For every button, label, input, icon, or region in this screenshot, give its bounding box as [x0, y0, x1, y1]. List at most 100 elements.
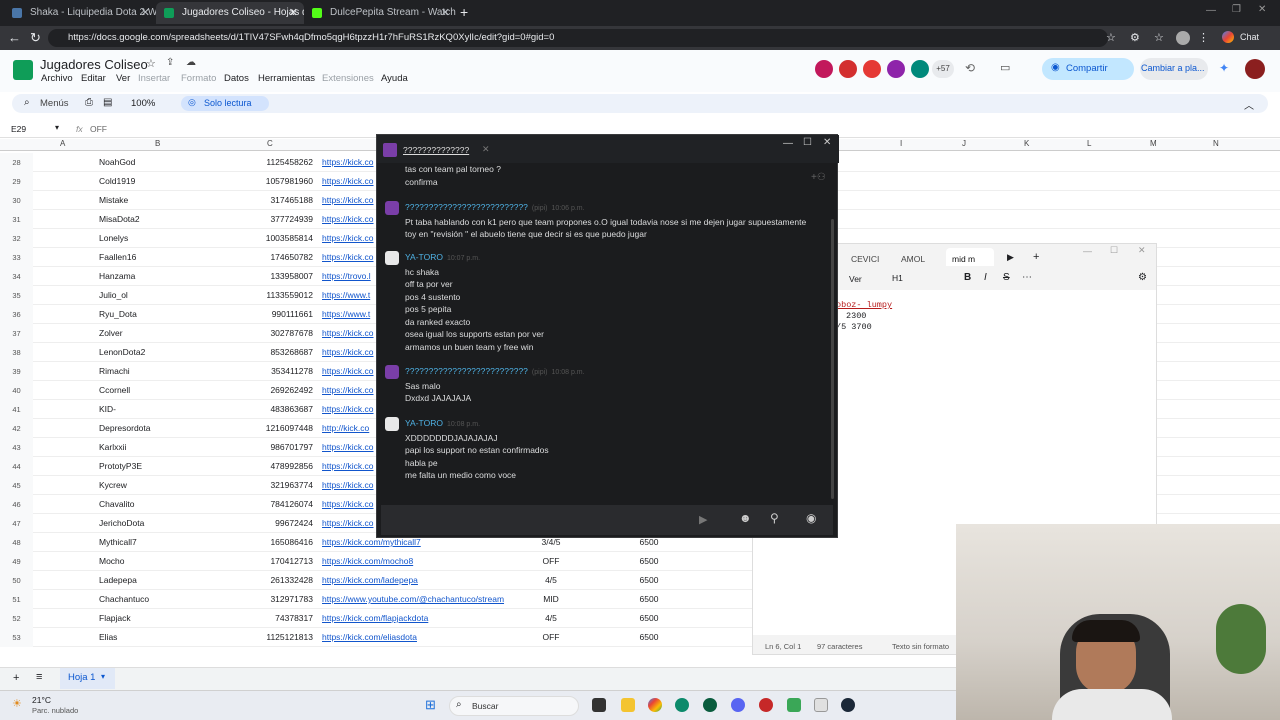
close-icon[interactable]: ✕ [441, 2, 450, 24]
user-avatar[interactable] [385, 251, 399, 265]
row-number[interactable]: 28 [0, 153, 33, 172]
cell-id[interactable]: 853268687 [220, 343, 313, 362]
row-number[interactable]: 46 [0, 495, 33, 514]
cell-mmr[interactable]: 6500 [636, 628, 662, 647]
cell-mmr[interactable]: 6500 [636, 590, 662, 609]
weather-desc[interactable]: Parc. nublado [32, 706, 78, 715]
collaborator-avatar[interactable] [839, 60, 857, 78]
row-number[interactable]: 34 [0, 267, 33, 286]
cell-id[interactable]: 174650782 [220, 248, 313, 267]
formula-input[interactable]: OFF [90, 124, 107, 134]
minimize-icon[interactable]: — [1083, 246, 1092, 256]
row-number[interactable]: 32 [0, 229, 33, 248]
cell-player[interactable]: Cold1919 [99, 172, 135, 191]
back-icon[interactable]: ← [8, 29, 21, 47]
heading-select[interactable]: H1 [892, 273, 903, 283]
notepad-tab-active[interactable]: mid m [946, 248, 994, 266]
attach-icon[interactable]: ⚲ [770, 511, 779, 525]
discord-icon[interactable] [731, 698, 745, 712]
row-number[interactable]: 40 [0, 381, 33, 400]
steam-icon[interactable] [841, 698, 855, 712]
cell-player[interactable]: Lonelys [99, 229, 128, 248]
collaborators-more[interactable]: +57 [932, 60, 954, 78]
row-number[interactable]: 50 [0, 571, 33, 590]
star-icon[interactable]: ☆ [146, 57, 156, 70]
zoom-select[interactable]: 100% [131, 98, 155, 109]
cell-player[interactable]: Ladepepa [99, 571, 137, 590]
cell-player[interactable]: KID- [99, 400, 116, 419]
cell-mmr[interactable]: 6500 [636, 609, 662, 628]
search-icon[interactable]: ⌕ [24, 97, 30, 108]
menu-herramientas[interactable]: Herramientas [258, 73, 315, 84]
maximize-icon[interactable]: ☐ [1110, 245, 1118, 256]
xbox-icon[interactable] [703, 698, 717, 712]
user-avatar[interactable] [385, 417, 399, 431]
sheets-taskbar-icon[interactable] [787, 698, 801, 712]
edge-icon[interactable] [675, 698, 689, 712]
row-number[interactable]: 51 [0, 590, 33, 609]
close-window-icon[interactable]: ✕ [1258, 4, 1266, 15]
task-view-icon[interactable] [592, 698, 606, 712]
cell-id[interactable]: 784126074 [220, 495, 313, 514]
cell-id[interactable]: 1125458262 [220, 153, 313, 172]
cell-link[interactable]: https://kick.co [322, 324, 374, 343]
bookmark-star-icon[interactable]: ☆ [1106, 29, 1116, 47]
cell-link[interactable]: https://kick.co [322, 248, 374, 267]
paint-format-icon[interactable]: ▤ [103, 97, 112, 108]
cell-link[interactable]: https://kick.co [322, 343, 374, 362]
cell-id[interactable]: 377724939 [220, 210, 313, 229]
cell-link[interactable]: https://kick.co [322, 153, 374, 172]
cell-id[interactable]: 1133559012 [220, 286, 313, 305]
cell-link[interactable]: https://www.t [322, 286, 370, 305]
cell-id[interactable]: 317465188 [220, 191, 313, 210]
cell-id[interactable]: 261332428 [220, 571, 313, 590]
share-button[interactable]: ◉ Compartir [1042, 58, 1134, 80]
menu-icon[interactable]: ⋮ [1198, 29, 1209, 47]
column-header-m[interactable]: M [1150, 139, 1157, 148]
row-number[interactable]: 47 [0, 514, 33, 533]
row-number[interactable]: 48 [0, 533, 33, 552]
collapse-icon[interactable]: ︿ [1244, 97, 1254, 112]
cell-id[interactable]: 353411278 [220, 362, 313, 381]
user-avatar[interactable] [385, 365, 399, 379]
minimize-icon[interactable]: — [1206, 5, 1216, 16]
sheets-logo[interactable] [13, 60, 33, 80]
row-number[interactable]: 42 [0, 419, 33, 438]
column-header-k[interactable]: K [1024, 139, 1029, 148]
cell-player[interactable]: Flapjack [99, 609, 131, 628]
column-header-n[interactable]: N [1213, 139, 1219, 148]
cell-id[interactable]: 170412713 [220, 552, 313, 571]
cell-position[interactable]: MID [536, 590, 566, 609]
cell-position[interactable]: 4/5 [536, 571, 566, 590]
close-icon[interactable]: ✕ [823, 137, 831, 148]
cell-link[interactable]: https://kick.co [322, 457, 374, 476]
cell-id[interactable]: 321963774 [220, 476, 313, 495]
url-input[interactable]: https://docs.google.com/spreadsheets/d/1… [48, 29, 1108, 47]
cell-id[interactable]: 1125121813 [220, 628, 313, 647]
collaborator-avatar[interactable] [887, 60, 905, 78]
cell-link[interactable]: https://kick.co [322, 210, 374, 229]
scrollbar[interactable] [831, 219, 834, 499]
maximize-icon[interactable]: ☐ [803, 137, 812, 148]
column-header-l[interactable]: L [1087, 139, 1091, 148]
cell-link[interactable]: https://kick.co [322, 400, 374, 419]
close-icon[interactable]: ✕ [289, 2, 298, 24]
cell-position[interactable]: OFF [536, 628, 566, 647]
cell-position[interactable]: OFF [536, 552, 566, 571]
cell-id[interactable]: 269262492 [220, 381, 313, 400]
profile-avatar[interactable] [1176, 31, 1190, 45]
collaborator-avatar[interactable] [911, 60, 929, 78]
file-explorer-icon[interactable] [621, 698, 635, 712]
cell-player[interactable]: Ccornell [99, 381, 130, 400]
browser-tab-sheets[interactable]: Jugadores Coliseo - Hojas de cálc ✕ [156, 2, 304, 24]
cell-link[interactable]: https://kick.co [322, 495, 374, 514]
chat-message-input[interactable]: ▶ ☻ ⚲ ◉ [381, 505, 833, 535]
row-number[interactable]: 29 [0, 172, 33, 191]
cell-id[interactable]: 986701797 [220, 438, 313, 457]
sender-name[interactable]: YA-TORO [405, 418, 443, 428]
cell-player[interactable]: Kycrew [99, 476, 127, 495]
cell-link[interactable]: http://kick.co [322, 419, 369, 438]
gemini-icon[interactable] [1222, 31, 1234, 43]
new-tab-icon[interactable]: + [1033, 251, 1039, 263]
row-number[interactable]: 39 [0, 362, 33, 381]
